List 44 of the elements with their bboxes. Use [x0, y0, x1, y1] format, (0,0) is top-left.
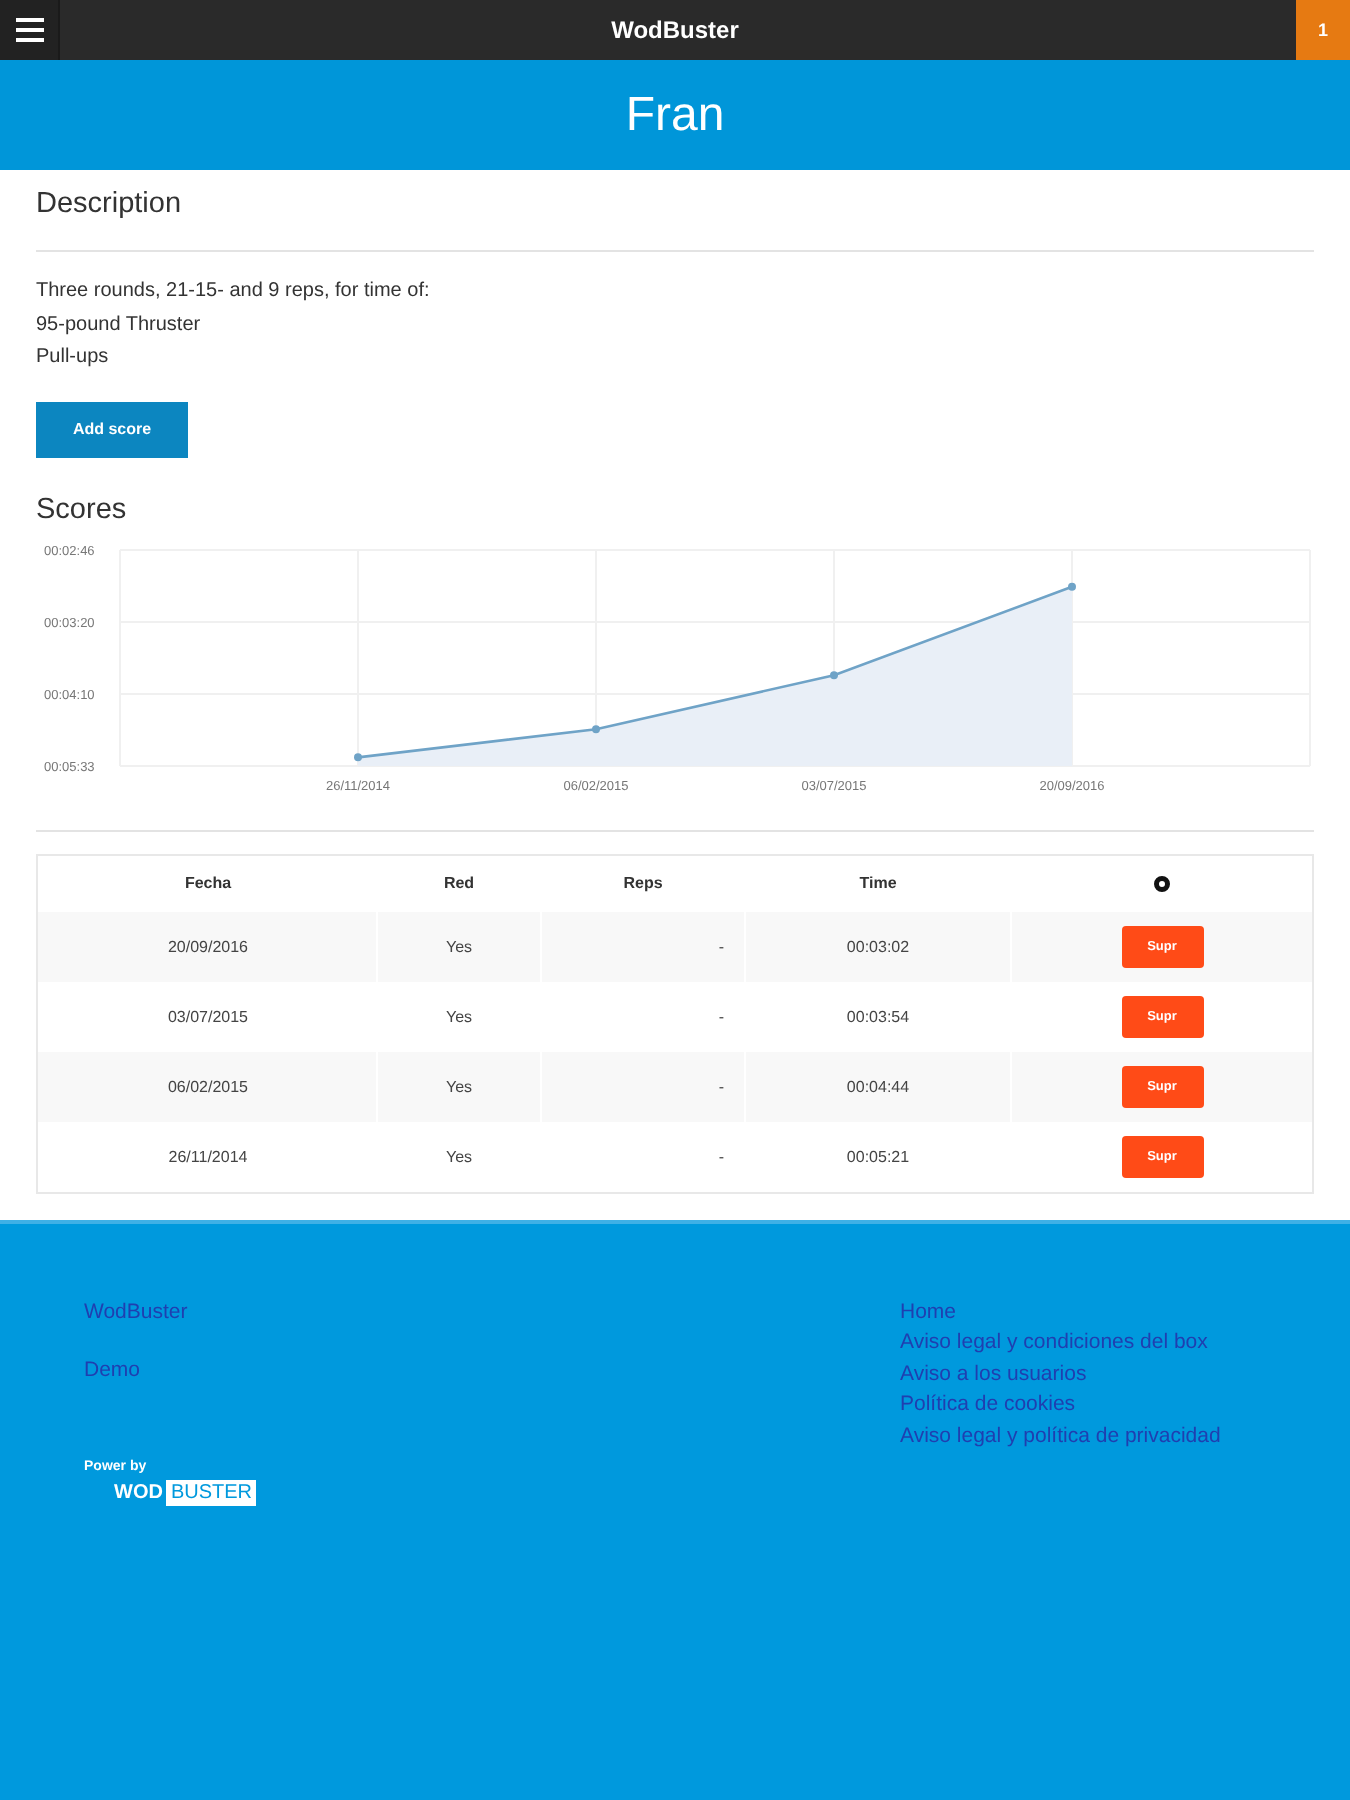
ring-icon	[1154, 875, 1170, 891]
table-cell-text: 00:03:54	[844, 1005, 912, 1029]
description-line: Three rounds, 21-15- and 9 reps, for time of:	[36, 278, 430, 306]
app-title: WodBuster	[611, 16, 739, 44]
table-cell-text: 26/11/2014	[166, 1145, 250, 1169]
table-cell: -	[540, 911, 744, 981]
table-cell: Yes	[376, 1051, 540, 1121]
column-header: Reps	[623, 874, 663, 892]
footer-link[interactable]: Aviso legal y condiciones del box	[900, 1328, 1208, 1360]
table-cell-text: 20/09/2016	[165, 935, 251, 959]
footer-link[interactable]: WodBuster	[84, 1297, 188, 1329]
menu-icon	[15, 18, 43, 42]
table-cell-text: 03/07/2015	[165, 1005, 251, 1029]
column-header: Time	[859, 874, 897, 892]
description-line: Pull-ups	[36, 344, 109, 372]
table-cell: -	[540, 1051, 744, 1121]
section-heading: Scores	[36, 491, 127, 529]
add-score-button[interactable]: Add score	[36, 401, 188, 457]
table-cell-text: -	[716, 1145, 726, 1169]
menu-button[interactable]	[0, 0, 60, 60]
table-cell: Yes	[376, 911, 540, 981]
brand-logo: WOD BUSTER	[114, 1479, 257, 1506]
notification-badge[interactable]: 1	[1296, 0, 1350, 60]
table-cell-text: -	[716, 1005, 726, 1029]
column-header: Fecha	[184, 874, 232, 892]
footer-link[interactable]: Demo	[84, 1356, 141, 1388]
footer-link[interactable]: Aviso legal y política de privacidad	[900, 1421, 1221, 1453]
footer-link[interactable]: Política de cookies	[900, 1390, 1076, 1422]
column-header: Red	[443, 874, 475, 892]
table-cell-text: 06/02/2015	[165, 1075, 251, 1099]
footer-link[interactable]: Aviso a los usuarios	[900, 1359, 1087, 1391]
data-point	[354, 752, 362, 761]
table-cell: 00:04:44	[744, 1051, 1010, 1121]
table-cell-text: 00:05:21	[844, 1145, 912, 1169]
data-point	[830, 670, 838, 679]
table-cell: 00:03:02	[744, 911, 1010, 981]
data-point	[592, 724, 600, 733]
workout-title: Fran	[625, 87, 725, 143]
table-cell-text: Yes	[443, 1005, 475, 1029]
footer-link[interactable]: Home	[900, 1297, 957, 1329]
data-point	[1068, 581, 1076, 590]
section-heading: Description	[36, 186, 182, 224]
description-line: 95-pound Thruster	[36, 311, 201, 339]
table-cell-text: Yes	[443, 1145, 475, 1169]
